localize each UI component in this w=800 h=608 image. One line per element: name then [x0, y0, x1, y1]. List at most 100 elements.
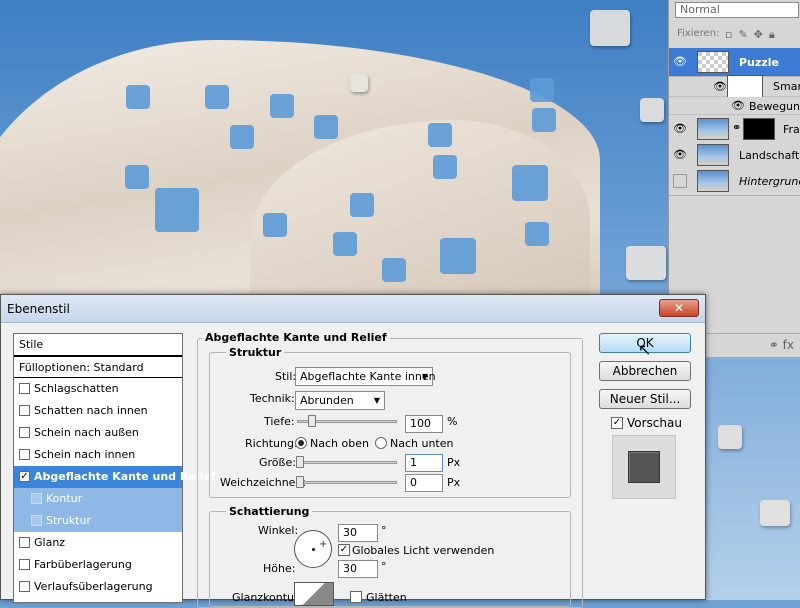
- style-item-drop-shadow[interactable]: Schlagschatten: [14, 378, 182, 400]
- global-light-label: Globales Licht verwenden: [352, 544, 495, 557]
- eye-icon[interactable]: 👁︎: [713, 80, 727, 94]
- style-item-satin[interactable]: Glanz: [14, 532, 182, 554]
- altitude-input[interactable]: 30: [338, 560, 378, 578]
- bevel-style-select[interactable]: Abgeflachte Kante innen ▼: [295, 367, 436, 386]
- style-label: Stil:: [275, 370, 297, 383]
- layer-row-puzzle[interactable]: 👁︎ Puzzle: [669, 48, 800, 77]
- layer-name: Landschaft oh: [739, 149, 800, 162]
- puzzle-piece: [270, 94, 294, 118]
- chevron-down-icon: ▼: [421, 372, 428, 381]
- technique-select[interactable]: Abrunden ▼: [295, 391, 385, 410]
- style-item-color-overlay[interactable]: Farbüberlagerung: [14, 554, 182, 576]
- style-item-bevel-emboss[interactable]: ✓ Abgeflachte Kante und Relief: [14, 466, 216, 488]
- style-item-texture[interactable]: Struktur: [14, 510, 182, 532]
- smart-filter-row[interactable]: 👁︎ Smartfi: [669, 75, 800, 99]
- preview-checkbox[interactable]: ✓: [611, 417, 623, 429]
- checkbox[interactable]: [31, 515, 42, 526]
- layer-row-landschaft[interactable]: 👁︎ Landschaft oh: [669, 141, 800, 170]
- gloss-contour-picker[interactable]: [294, 582, 334, 606]
- layer-thumbnail: [697, 118, 729, 140]
- style-item-inner-shadow[interactable]: Schatten nach innen: [14, 400, 182, 422]
- eye-icon[interactable]: 👁︎: [673, 55, 687, 69]
- soften-label: Weichzeichnen:: [220, 476, 307, 489]
- layer-name: Hintergrund: [739, 175, 800, 188]
- puzzle-piece: [333, 232, 357, 256]
- size-slider[interactable]: [296, 456, 397, 468]
- direction-up-radio[interactable]: [295, 437, 307, 449]
- slider-knob[interactable]: [308, 415, 316, 427]
- puzzle-piece: [640, 98, 664, 122]
- depth-unit: %: [447, 415, 458, 428]
- global-light-checkbox[interactable]: ✓: [338, 544, 350, 556]
- angle-unit: °: [381, 524, 387, 537]
- puzzle-piece: [314, 115, 338, 139]
- layer-thumbnail: [697, 144, 729, 166]
- style-item-outer-glow[interactable]: Schein nach außen: [14, 422, 182, 444]
- checkbox[interactable]: [19, 559, 30, 570]
- checkbox[interactable]: ✓: [19, 471, 30, 482]
- visibility-toggle[interactable]: [673, 174, 687, 188]
- layer-name: Fra: [783, 123, 800, 136]
- style-item-inner-glow[interactable]: Schein nach innen: [14, 444, 182, 466]
- gloss-contour-label: Glanzkontur:: [232, 591, 303, 604]
- dialog-titlebar[interactable]: Ebenenstil ✕: [1, 295, 705, 323]
- angle-dial[interactable]: +: [294, 530, 332, 568]
- size-unit: Px: [447, 456, 461, 469]
- angle-input[interactable]: 30: [338, 524, 378, 542]
- styles-header[interactable]: Stile: [14, 334, 182, 356]
- direction-up-label: Nach oben: [310, 437, 369, 450]
- soften-unit: Px: [447, 476, 461, 489]
- eye-icon[interactable]: 👁︎: [673, 122, 687, 136]
- direction-down-radio[interactable]: [375, 437, 387, 449]
- new-style-button[interactable]: Neuer Stil...: [599, 389, 691, 409]
- cancel-button[interactable]: Abbrechen: [599, 361, 691, 381]
- style-label: Schlagschatten: [34, 382, 119, 395]
- size-input[interactable]: 1: [405, 454, 443, 472]
- crosshair-icon: +: [319, 539, 328, 550]
- style-label: Verlaufsüberlagerung: [34, 580, 153, 593]
- select-value: Abgeflachte Kante innen: [300, 370, 436, 383]
- style-label: Schatten nach innen: [34, 404, 148, 417]
- depth-slider[interactable]: [297, 415, 397, 427]
- checkbox[interactable]: [19, 405, 30, 416]
- checkbox[interactable]: [19, 383, 30, 394]
- close-button[interactable]: ✕: [659, 299, 699, 317]
- antialias-checkbox[interactable]: [350, 591, 362, 603]
- select-value: Abrunden: [300, 394, 354, 407]
- puzzle-piece: [532, 108, 556, 132]
- layer-row-hintergrund[interactable]: Hintergrund: [669, 167, 800, 196]
- checkbox[interactable]: [31, 493, 42, 504]
- layer-thumbnail: [697, 51, 729, 73]
- fill-options-item[interactable]: Fülloptionen: Standard: [14, 356, 182, 378]
- dial-center: [312, 548, 315, 551]
- style-label: Kontur: [46, 492, 83, 505]
- checkbox[interactable]: [19, 427, 30, 438]
- soften-input[interactable]: 0: [405, 474, 443, 492]
- checkbox[interactable]: [19, 449, 30, 460]
- slider-knob[interactable]: [296, 476, 304, 488]
- style-item-contour[interactable]: Kontur: [14, 488, 182, 510]
- puzzle-piece: [155, 188, 199, 232]
- layer-style-dialog: Ebenenstil ✕ Stile Fülloptionen: Standar…: [0, 294, 706, 608]
- lock-icons[interactable]: ▫✎✥🔒︎: [725, 28, 781, 42]
- altitude-label: Höhe:: [263, 562, 296, 575]
- checkbox[interactable]: [19, 581, 30, 592]
- puzzle-piece: [205, 85, 229, 109]
- layer-row-fra[interactable]: 👁︎ ⚭ Fra: [669, 115, 800, 144]
- puzzle-piece: [718, 425, 742, 449]
- filter-row[interactable]: 👁︎ Bewegungs: [669, 97, 800, 115]
- section-title: Abgeflachte Kante und Relief: [202, 331, 390, 344]
- direction-down-label: Nach unten: [390, 437, 454, 450]
- eye-icon[interactable]: 👁︎: [731, 99, 745, 113]
- style-item-gradient-overlay[interactable]: Verlaufsüberlagerung: [14, 576, 182, 598]
- link-icon: ⚭: [732, 121, 742, 134]
- depth-input[interactable]: 100: [405, 415, 443, 433]
- eye-icon[interactable]: 👁︎: [673, 148, 687, 162]
- direction-label: Richtung:: [245, 437, 298, 450]
- checkbox[interactable]: [19, 537, 30, 548]
- layer-name: Bewegungs: [749, 100, 800, 113]
- slider-knob[interactable]: [296, 456, 304, 468]
- soften-slider[interactable]: [296, 476, 397, 488]
- layer-thumbnail: [697, 170, 729, 192]
- blend-mode-select[interactable]: Normal: [675, 2, 799, 18]
